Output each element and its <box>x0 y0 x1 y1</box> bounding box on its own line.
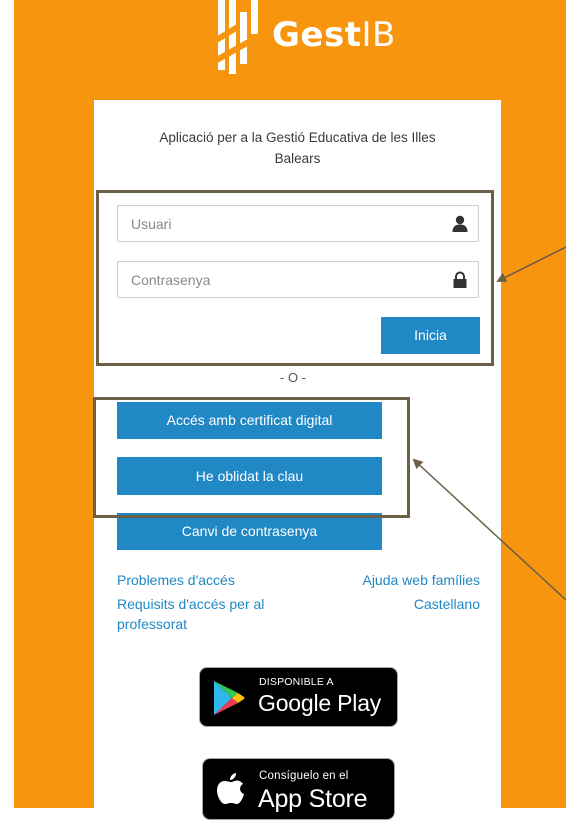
annotation-arrow-actions <box>412 458 566 601</box>
annotation-arrow-login <box>496 246 566 282</box>
annotation-arrows <box>412 246 566 601</box>
